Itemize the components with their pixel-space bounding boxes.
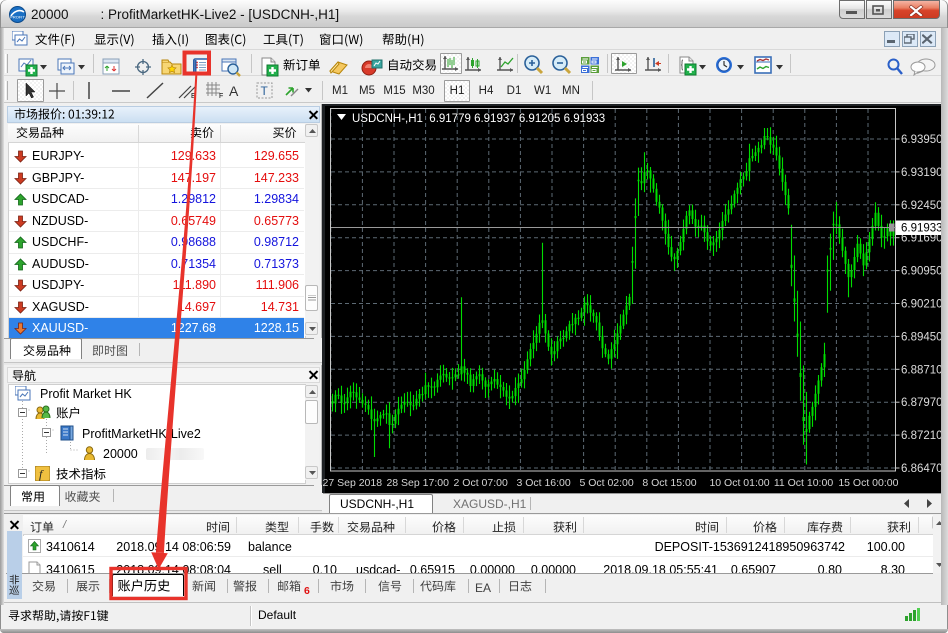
svg-text:2 Oct 07:00: 2 Oct 07:00 <box>454 477 508 489</box>
svg-text:E: E <box>191 93 196 99</box>
svg-text:10 Oct 01:00: 10 Oct 01:00 <box>709 477 769 489</box>
svg-text:5 Oct 02:00: 5 Oct 02:00 <box>579 477 633 489</box>
svg-text:6.91933: 6.91933 <box>901 223 943 235</box>
svg-text:6.89450: 6.89450 <box>901 331 943 343</box>
svg-text:6.87970: 6.87970 <box>901 397 943 409</box>
svg-text:USDCNH-,H1 6.91779 6.91937 6.: USDCNH-,H1 6.91779 6.91937 6.91205 6.919… <box>352 113 605 125</box>
svg-text:6.86470: 6.86470 <box>901 463 943 475</box>
svg-text:27 Sep 2018: 27 Sep 2018 <box>323 477 383 489</box>
svg-text:11 Oct 10:00: 11 Oct 10:00 <box>774 477 834 489</box>
svg-text:T: T <box>261 84 269 98</box>
svg-text:3 Oct 16:00: 3 Oct 16:00 <box>516 477 570 489</box>
svg-text:F: F <box>219 93 223 99</box>
svg-text:6.90950: 6.90950 <box>901 266 943 278</box>
svg-text:15 Oct 00:00: 15 Oct 00:00 <box>838 477 898 489</box>
svg-text:6.90210: 6.90210 <box>901 299 943 311</box>
svg-text:8 Oct 15:00: 8 Oct 15:00 <box>642 477 696 489</box>
svg-text:A: A <box>229 83 239 98</box>
svg-text:28 Sep 17:00: 28 Sep 17:00 <box>386 477 449 489</box>
svg-text:6.87210: 6.87210 <box>901 430 943 442</box>
svg-text:6.93190: 6.93190 <box>901 167 943 179</box>
svg-text:PROFIT: PROFIT <box>10 15 25 20</box>
svg-text:6.88710: 6.88710 <box>901 364 943 376</box>
svg-text:6.92450: 6.92450 <box>901 200 943 212</box>
svg-text:6.93950: 6.93950 <box>901 134 943 146</box>
